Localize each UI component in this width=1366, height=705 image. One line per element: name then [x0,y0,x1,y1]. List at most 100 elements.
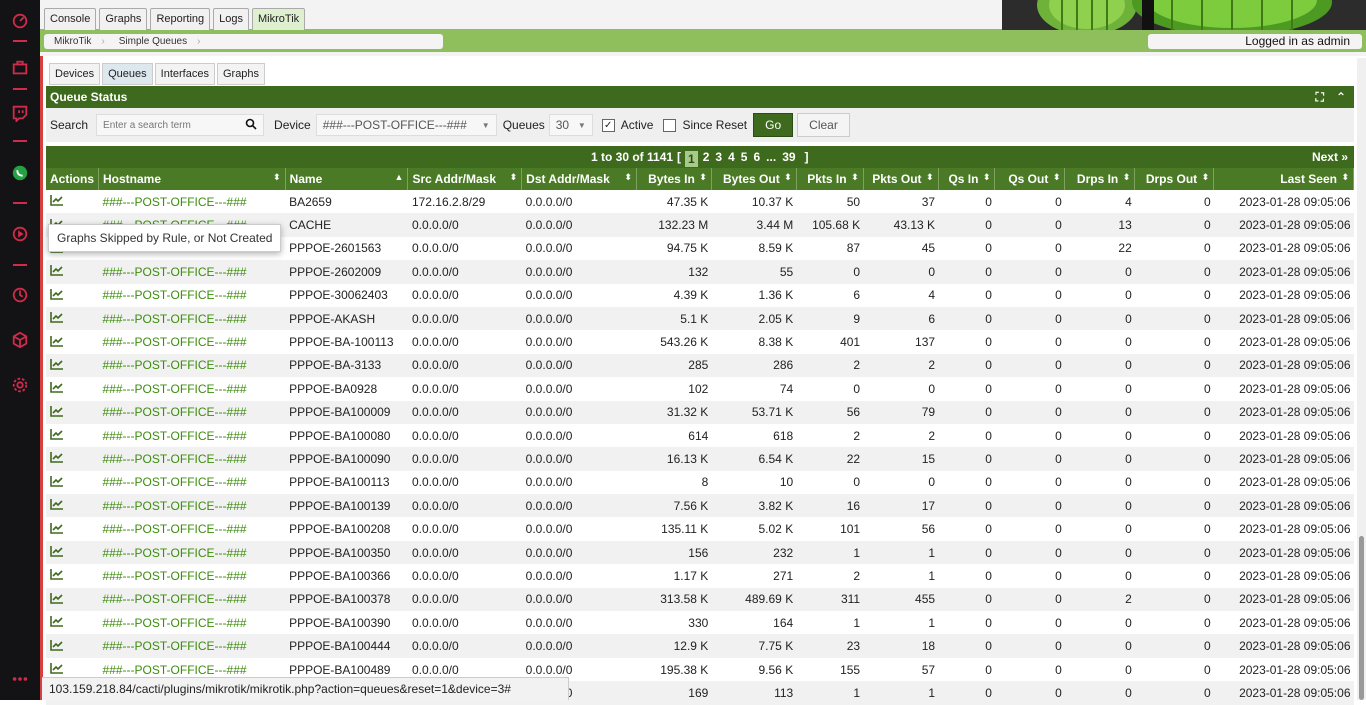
subtab-devices[interactable]: Devices [49,63,101,85]
tab-graphs[interactable]: Graphs [99,8,148,30]
col-hostname[interactable]: Hostname ⬍ [98,168,286,190]
graph-icon[interactable] [50,545,64,557]
graph-icon[interactable] [50,522,64,534]
queues-select[interactable]: 30 ▼ [548,114,593,136]
graph-icon[interactable] [50,475,64,487]
tab-reporting[interactable]: Reporting [150,8,211,30]
hostname-cell[interactable]: ###---POST-OFFICE---### [98,190,286,214]
graph-icon[interactable] [50,428,64,440]
twitch-icon[interactable] [10,103,30,123]
scrollbar-thumb[interactable] [1359,536,1364,700]
graph-icon[interactable] [50,358,64,370]
clear-button[interactable]: Clear [797,113,850,137]
graph-icon[interactable] [50,615,64,628]
page-link-3[interactable]: 3 [714,146,723,168]
actions-cell [46,260,99,284]
pkts-in-cell: 155 [796,657,864,682]
logged-in-user[interactable]: Logged in as admin [1148,34,1362,49]
tab-logs[interactable]: Logs [213,8,249,30]
breadcrumb-simple-queues[interactable]: Simple Queues [109,36,193,47]
graph-icon[interactable] [50,311,64,323]
graph-icon[interactable] [50,381,64,394]
go-button[interactable]: Go [753,113,794,137]
dashboard-icon[interactable] [10,11,30,31]
col-bytes-out[interactable]: Bytes Out ⬍ [711,168,797,190]
breadcrumb-mikrotik[interactable]: MikroTik [44,36,97,47]
graph-icon[interactable] [50,405,64,417]
hostname-cell[interactable]: ###---POST-OFFICE---### [98,400,286,424]
col-drps-out[interactable]: Drps Out ⬍ [1134,168,1215,190]
subtab-interfaces[interactable]: Interfaces [154,63,215,85]
hostname-cell[interactable]: ###---POST-OFFICE---### [98,470,286,495]
hostname-cell[interactable]: ###---POST-OFFICE---### [98,587,286,612]
vertical-scrollbar[interactable] [1357,58,1366,700]
hostname-cell[interactable]: ###---POST-OFFICE---### [98,330,286,354]
page-link-5[interactable]: 5 [740,146,749,168]
col-pkts-in[interactable]: Pkts In ⬍ [796,168,864,190]
search-input[interactable]: Enter a search term [96,114,265,136]
hostname-cell[interactable]: ###---POST-OFFICE---### [98,634,286,658]
hostname-cell[interactable]: ###---POST-OFFICE---### [98,540,286,565]
graph-icon[interactable] [50,288,64,300]
col-name[interactable]: Name ▲ [285,168,409,190]
graph-icon[interactable] [50,264,64,277]
next-page-link[interactable]: Next » [1312,146,1348,168]
hostname-cell[interactable]: ###---POST-OFFICE---### [98,306,286,331]
graph-icon[interactable] [50,639,64,651]
device-select[interactable]: ###---POST-OFFICE---### ▼ [315,114,497,136]
hostname-cell[interactable]: ###---POST-OFFICE---### [98,447,286,471]
graph-icon[interactable] [50,662,64,674]
hostname-cell[interactable]: ###---POST-OFFICE---### [98,260,286,284]
page-link-6[interactable]: 6 [752,146,761,168]
page-link-39[interactable]: 39 [781,146,796,168]
col-qs-out[interactable]: Qs Out ⬍ [994,168,1066,190]
col-dst-addr[interactable]: Dst Addr/Mask ⬍ [521,168,637,190]
col-pkts-out[interactable]: Pkts Out ⬍ [863,168,939,190]
search-icon[interactable] [245,118,263,133]
col-qs-in[interactable]: Qs In ⬍ [938,168,996,190]
graph-icon[interactable] [50,194,64,206]
graph-icon[interactable] [50,451,64,464]
more-icon[interactable] [10,669,30,689]
page-link-1[interactable]: 1 [685,150,698,167]
collapse-icon[interactable]: ⌃ [1336,86,1346,108]
hostname-cell[interactable]: ###---POST-OFFICE---### [98,494,286,518]
pkts-in-cell: 105.68 K [796,213,864,237]
fullscreen-icon[interactable]: ⛶ [1316,86,1324,108]
hostname-cell[interactable]: ###---POST-OFFICE---### [98,517,286,541]
hostname-cell[interactable]: ###---POST-OFFICE---### [98,283,286,307]
pkts-out-cell: 79 [863,400,939,424]
page-link-2[interactable]: 2 [702,146,711,168]
since-reset-checkbox[interactable] [663,118,677,132]
hostname-cell[interactable]: ###---POST-OFFICE---### [98,564,286,588]
subtab-graphs[interactable]: Graphs [216,63,266,85]
clock-icon[interactable] [10,285,30,305]
last-seen-cell: 2023-01-28 09:05:06 [1213,681,1354,705]
tab-console[interactable]: Console [44,8,97,30]
graph-icon[interactable] [50,335,64,347]
cube-icon[interactable] [10,330,30,350]
hostname-cell[interactable]: ###---POST-OFFICE---### [98,377,286,401]
whatsapp-icon[interactable] [10,163,30,183]
active-checkbox[interactable]: ✓ [601,118,615,132]
gear-icon[interactable] [10,375,30,395]
briefcase-icon[interactable] [10,58,30,78]
page-link-4[interactable]: 4 [727,146,736,168]
col-last-seen[interactable]: Last Seen ⬍ [1213,168,1354,190]
tab-mikrotik[interactable]: MikroTik [252,8,306,30]
subtab-queues[interactable]: Queues [102,63,153,85]
col-drps-in[interactable]: Drps In ⬍ [1064,168,1136,190]
graph-icon[interactable] [50,568,64,581]
graph-icon[interactable] [50,498,64,511]
pkts-in-cell: 0 [796,377,864,401]
graph-icon[interactable] [50,592,64,604]
dst-addr-cell: 0.0.0.0/0 [521,564,637,588]
hostname-cell[interactable]: ###---POST-OFFICE---### [98,353,286,378]
col-src-addr[interactable]: Src Addr/Mask ⬍ [407,168,523,190]
hostname-cell[interactable]: ###---POST-OFFICE---### [98,611,286,635]
play-icon[interactable] [10,224,30,244]
hostname-cell[interactable]: ###---POST-OFFICE---### [98,423,286,448]
page-ellipsis: ... [766,150,777,164]
drps-out-cell: 0 [1134,564,1214,588]
col-bytes-in[interactable]: Bytes In ⬍ [636,168,712,190]
